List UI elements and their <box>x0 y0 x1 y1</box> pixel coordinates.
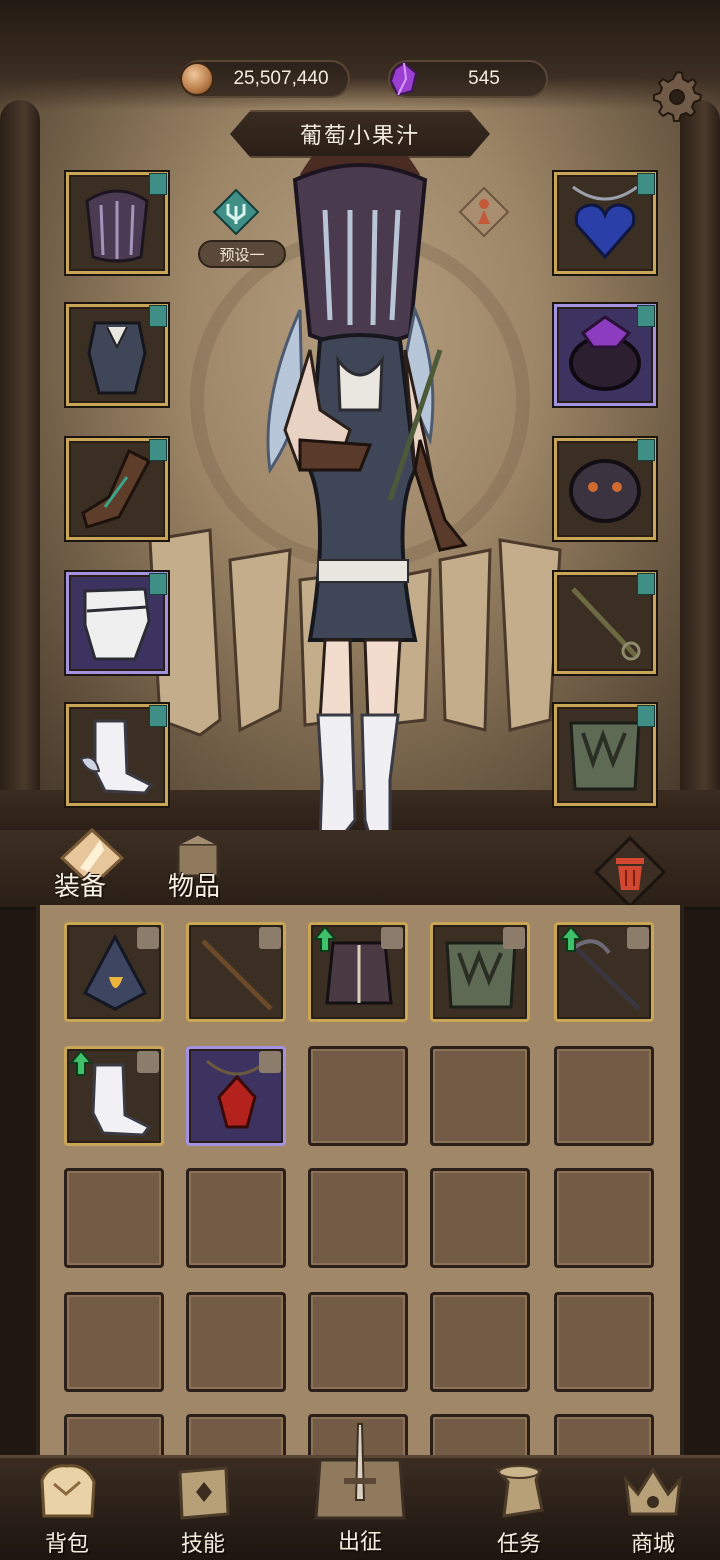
heart-necklace-icon <box>572 185 638 260</box>
inventory-item-beast-tome[interactable] <box>430 922 530 1022</box>
inventory-item-hooded-mask[interactable] <box>64 922 164 1022</box>
dark-ring-icon <box>569 315 641 391</box>
character-figure <box>266 163 468 847</box>
inventory-empty-slot[interactable] <box>430 1168 530 1268</box>
gem-value: 545 <box>468 68 500 89</box>
equip-slot-offhand[interactable] <box>554 704 656 806</box>
level-tag <box>637 173 655 195</box>
inventory-empty-slot[interactable] <box>186 1168 286 1268</box>
sword-banner-icon <box>314 1423 406 1520</box>
equip-slot-legs[interactable] <box>66 572 168 674</box>
inventory-item-dark-coat[interactable] <box>308 922 408 1022</box>
lock-icon <box>137 927 159 949</box>
inventory-empty-slot[interactable] <box>430 1292 530 1392</box>
upgrade-arrow-icon <box>313 925 337 952</box>
nav-shop[interactable]: 商城 <box>598 1460 708 1560</box>
nav-quests[interactable]: 任务 <box>464 1460 574 1560</box>
equip-slot-ring[interactable] <box>554 304 656 406</box>
white-leg-wraps-icon <box>83 587 151 661</box>
tab-items[interactable]: 物品 <box>168 866 220 903</box>
inventory-item-red-amulet[interactable] <box>186 1046 286 1146</box>
gold-value: 25,507,440 <box>233 68 329 89</box>
gold-currency[interactable]: 25,507,440 <box>180 60 350 98</box>
crown-shop-icon <box>623 1467 683 1516</box>
inventory-empty-slot[interactable] <box>308 1292 408 1392</box>
level-tag <box>149 173 167 195</box>
lock-icon <box>259 927 281 949</box>
right-frame <box>680 100 720 820</box>
gem-currency[interactable]: 545 <box>388 60 548 98</box>
inventory-empty-slot[interactable] <box>554 1168 654 1268</box>
nav-expedition-label: 出征 <box>337 1530 382 1555</box>
inventory-empty-slot[interactable] <box>554 1292 654 1392</box>
purple-crystal-icon <box>389 61 418 97</box>
lock-icon <box>137 1051 159 1073</box>
nav-skills-label: 技能 <box>180 1532 225 1557</box>
inventory-item-long-staff[interactable] <box>186 922 286 1022</box>
bag-icon <box>40 1464 96 1518</box>
equip-slot-helmet[interactable] <box>66 172 168 274</box>
level-tag <box>637 305 655 327</box>
inventory-empty-slot[interactable] <box>430 1046 530 1146</box>
skill-book-icon <box>178 1466 230 1520</box>
tab-equipment[interactable]: 装备 <box>54 866 106 903</box>
quest-scroll-icon <box>494 1465 544 1518</box>
thorn-staff-icon <box>571 587 641 661</box>
lock-icon <box>503 927 525 949</box>
inventory-empty-slot[interactable] <box>554 1046 654 1146</box>
equip-slot-gloves[interactable] <box>66 438 168 540</box>
nav-shop-label: 商城 <box>630 1532 675 1557</box>
inventory-empty-slot[interactable] <box>64 1168 164 1268</box>
nav-bag[interactable]: 背包 <box>12 1460 122 1560</box>
equip-slot-armor[interactable] <box>66 304 168 406</box>
upgrade-arrow-icon <box>69 1049 93 1076</box>
leather-gloves-icon <box>81 448 152 529</box>
cage-helmet-icon <box>85 189 149 263</box>
inventory-item-winged-boots[interactable] <box>64 1046 164 1146</box>
lock-icon <box>259 1051 281 1073</box>
equip-slot-necklace[interactable] <box>554 172 656 274</box>
equip-slot-weapon[interactable] <box>554 572 656 674</box>
lock-icon <box>627 927 649 949</box>
winged-boots-icon <box>79 719 154 795</box>
gear-icon[interactable] <box>650 68 706 124</box>
trash-icon[interactable] <box>594 836 666 908</box>
level-tag <box>149 573 167 595</box>
inventory-empty-slot[interactable] <box>308 1046 408 1146</box>
upgrade-arrow-icon <box>559 925 583 952</box>
nav-quests-label: 任务 <box>496 1532 541 1557</box>
lock-icon <box>381 927 403 949</box>
inventory-empty-slot[interactable] <box>64 1292 164 1392</box>
level-tag <box>149 705 167 727</box>
dark-dress-icon <box>87 321 147 395</box>
level-tag <box>637 705 655 727</box>
top-frame <box>0 0 720 110</box>
level-tag <box>149 439 167 461</box>
spiked-bracer-icon <box>569 459 641 523</box>
nav-skills[interactable]: 技能 <box>148 1460 258 1560</box>
equip-slot-bracer[interactable] <box>554 438 656 540</box>
level-tag <box>637 573 655 595</box>
level-tag <box>637 439 655 461</box>
left-frame <box>0 100 40 820</box>
equip-slot-boots[interactable] <box>66 704 168 806</box>
level-tag <box>149 305 167 327</box>
inventory-empty-slot[interactable] <box>308 1168 408 1268</box>
beast-tome-icon <box>569 721 641 791</box>
nav-expedition[interactable]: 出征 <box>300 1420 420 1560</box>
inventory-item-scythe-staff[interactable] <box>554 922 654 1022</box>
copper-coin-icon <box>180 62 214 96</box>
inventory-empty-slot[interactable] <box>186 1292 286 1392</box>
nav-bag-label: 背包 <box>44 1532 89 1557</box>
